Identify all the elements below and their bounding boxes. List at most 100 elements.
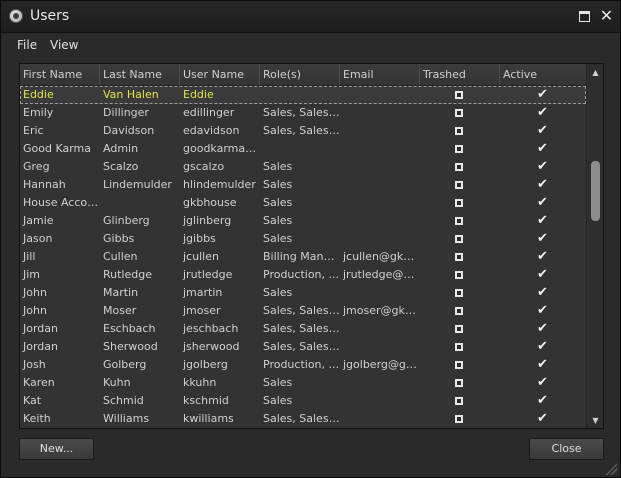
last-name-cell: Schmid <box>103 394 144 407</box>
active-checkmark-icon[interactable]: ✔ <box>537 195 548 211</box>
active-checkmark-icon[interactable]: ✔ <box>537 339 548 355</box>
maximize-button[interactable] <box>577 8 592 23</box>
column-header-first-name[interactable]: First Name <box>20 64 100 85</box>
table-row[interactable]: Jim Rutledge jrutledge Production, ... jrutl… <box>20 266 586 284</box>
table-row[interactable]: Keith Williams kwilliams Sales, Sales ... ✔ <box>20 410 586 428</box>
active-checkmark-icon[interactable]: ✔ <box>537 105 548 121</box>
email-cell <box>340 230 420 248</box>
grid-rows: Eddie Van Halen Eddie ✔ Emily Dillinger edilli… <box>20 86 586 428</box>
vertical-scrollbar[interactable]: ▲ ▼ <box>586 64 603 428</box>
roles-cell: Production, ... <box>263 268 340 281</box>
active-checkmark-icon[interactable]: ✔ <box>537 87 548 103</box>
trashed-checkbox-icon[interactable] <box>455 253 463 261</box>
active-checkmark-icon[interactable]: ✔ <box>537 159 548 175</box>
trashed-checkbox-icon[interactable] <box>455 343 463 351</box>
active-checkmark-icon[interactable]: ✔ <box>537 375 548 391</box>
table-row[interactable]: John Moser jmoser Sales, Sales ... jmoser@gk… <box>20 302 586 320</box>
table-row[interactable]: Josh Golberg jgolberg Production, ... jgolbe… <box>20 356 586 374</box>
email-cell: jgolberg@gk.... <box>343 358 420 371</box>
title-bar[interactable]: Users ✕ <box>1 1 620 33</box>
user-name-cell: kschmid <box>183 394 229 407</box>
last-name-cell: Cullen <box>103 250 138 263</box>
active-checkmark-icon[interactable]: ✔ <box>537 249 548 265</box>
last-name-cell: Dillinger <box>103 106 149 119</box>
column-header-last-name[interactable]: Last Name <box>100 64 180 85</box>
active-checkmark-icon[interactable]: ✔ <box>537 123 548 139</box>
user-name-cell: jmartin <box>183 286 223 299</box>
close-window-button[interactable]: ✕ <box>599 8 614 24</box>
column-header-roles[interactable]: Role(s) <box>260 64 340 85</box>
scroll-up-arrow-icon[interactable]: ▲ <box>587 66 603 80</box>
table-row[interactable]: Eddie Van Halen Eddie ✔ <box>20 86 586 104</box>
trashed-checkbox-icon[interactable] <box>455 163 463 171</box>
last-name-cell: Van Halen <box>103 88 159 101</box>
last-name-cell: Rutledge <box>103 268 152 281</box>
email-cell <box>340 284 420 302</box>
active-checkmark-icon[interactable]: ✔ <box>537 411 548 427</box>
first-name-cell: Greg <box>23 160 50 173</box>
scroll-thumb[interactable] <box>591 161 600 221</box>
trashed-checkbox-icon[interactable] <box>455 271 463 279</box>
active-checkmark-icon[interactable]: ✔ <box>537 213 548 229</box>
menu-file[interactable]: File <box>17 38 37 52</box>
table-row[interactable]: Jordan Sherwood jsherwood Sales, Sales ... ✔ <box>20 338 586 356</box>
table-row[interactable]: Good Karma Admin goodkarmaa... ✔ <box>20 140 586 158</box>
roles-cell: Sales, Sales ... <box>263 106 340 119</box>
table-row[interactable]: Eric Davidson edavidson Sales, Sales ... ✔ <box>20 122 586 140</box>
active-checkmark-icon[interactable]: ✔ <box>537 141 548 157</box>
trashed-checkbox-icon[interactable] <box>455 199 463 207</box>
column-header-email[interactable]: Email <box>340 64 420 85</box>
table-row[interactable]: Jamie Glinberg jglinberg Sales ✔ <box>20 212 586 230</box>
table-row[interactable]: Hannah Lindemulder hlindemulder Sales ✔ <box>20 176 586 194</box>
column-header-user-name[interactable]: User Name <box>180 64 260 85</box>
active-checkmark-icon[interactable]: ✔ <box>537 303 548 319</box>
table-row[interactable]: John Martin jmartin Sales ✔ <box>20 284 586 302</box>
email-cell <box>340 212 420 230</box>
active-checkmark-icon[interactable]: ✔ <box>537 321 548 337</box>
column-header-active[interactable]: Active <box>500 64 586 85</box>
trashed-checkbox-icon[interactable] <box>455 91 463 99</box>
table-row[interactable]: House Account gkbhouse Sales ✔ <box>20 194 586 212</box>
user-name-cell: kwilliams <box>183 412 234 425</box>
first-name-cell: Hannah <box>23 178 66 191</box>
menu-view[interactable]: View <box>50 38 78 52</box>
trashed-checkbox-icon[interactable] <box>455 325 463 333</box>
active-checkmark-icon[interactable]: ✔ <box>537 267 548 283</box>
active-checkmark-icon[interactable]: ✔ <box>537 357 548 373</box>
table-row[interactable]: Greg Scalzo gscalzo Sales ✔ <box>20 158 586 176</box>
active-checkmark-icon[interactable]: ✔ <box>537 393 548 409</box>
first-name-cell: Jordan <box>23 340 58 353</box>
column-header-trashed[interactable]: Trashed <box>420 64 500 85</box>
active-checkmark-icon[interactable]: ✔ <box>537 285 548 301</box>
trashed-checkbox-icon[interactable] <box>455 235 463 243</box>
table-row[interactable]: Jason Gibbs jgibbs Sales ✔ <box>20 230 586 248</box>
trashed-checkbox-icon[interactable] <box>455 109 463 117</box>
trashed-checkbox-icon[interactable] <box>455 379 463 387</box>
scroll-down-arrow-icon[interactable]: ▼ <box>587 414 603 428</box>
table-row[interactable]: Emily Dillinger edillinger Sales, Sales ...… <box>20 104 586 122</box>
new-user-button[interactable]: New... <box>19 438 94 460</box>
trashed-checkbox-icon[interactable] <box>455 361 463 369</box>
active-checkmark-icon[interactable]: ✔ <box>537 177 548 193</box>
table-row[interactable]: Jordan Eschbach jeschbach Sales, Sales ... ✔ <box>20 320 586 338</box>
active-checkmark-icon[interactable]: ✔ <box>537 231 548 247</box>
close-button[interactable]: Close <box>529 438 604 460</box>
trashed-checkbox-icon[interactable] <box>455 415 463 423</box>
last-name-cell: Gibbs <box>103 232 135 245</box>
trashed-checkbox-icon[interactable] <box>455 307 463 315</box>
trashed-checkbox-icon[interactable] <box>455 181 463 189</box>
table-row[interactable]: Karen Kuhn kkuhn Sales ✔ <box>20 374 586 392</box>
trashed-checkbox-icon[interactable] <box>455 127 463 135</box>
table-row[interactable]: Kat Schmid kschmid Sales ✔ <box>20 392 586 410</box>
trashed-checkbox-icon[interactable] <box>455 289 463 297</box>
email-cell <box>340 104 420 122</box>
user-name-cell: edavidson <box>183 124 240 137</box>
trashed-checkbox-icon[interactable] <box>455 217 463 225</box>
trashed-checkbox-icon[interactable] <box>455 145 463 153</box>
roles-cell: Sales, Sales ... <box>263 412 340 425</box>
trashed-checkbox-icon[interactable] <box>455 397 463 405</box>
roles-cell <box>260 86 340 104</box>
resize-grip-icon[interactable] <box>605 463 617 475</box>
email-cell <box>340 176 420 194</box>
table-row[interactable]: Jill Cullen jcullen Billing Manag... jcullen… <box>20 248 586 266</box>
